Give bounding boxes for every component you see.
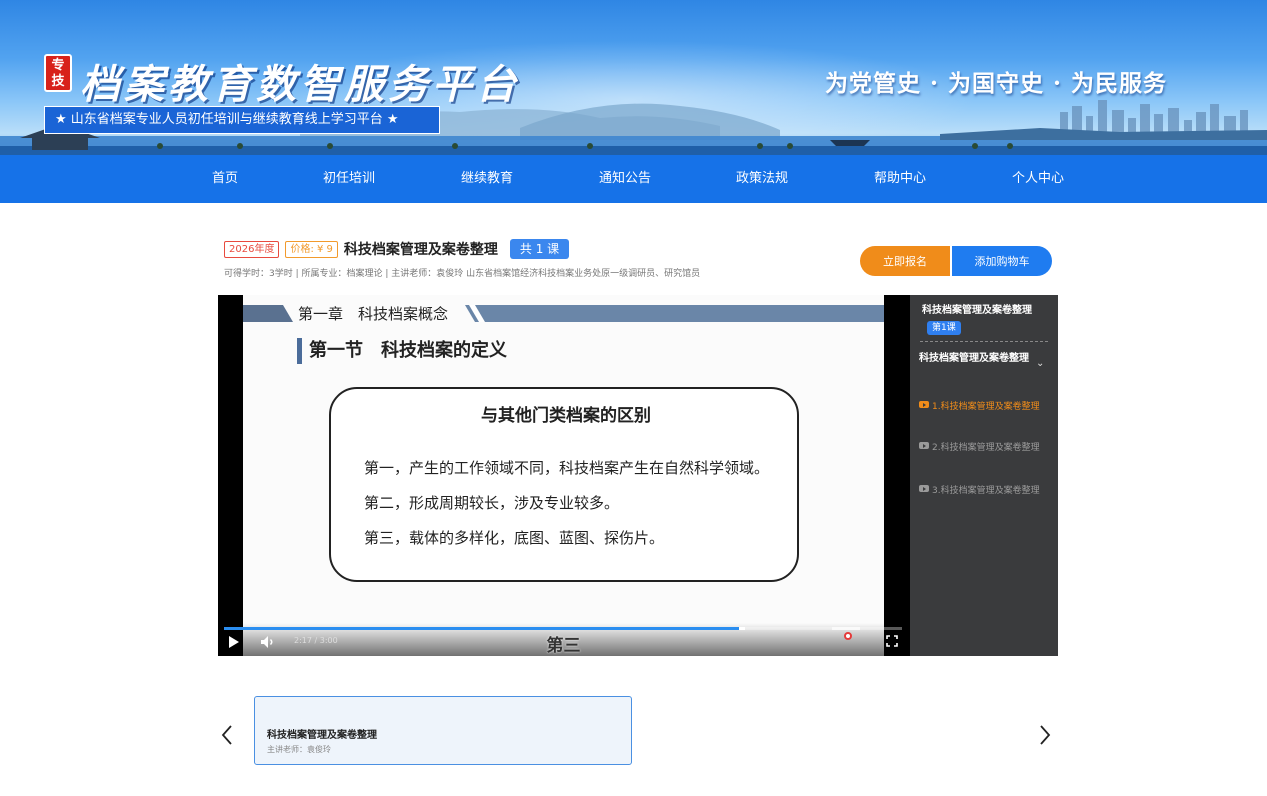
playlist-item[interactable]: 2.科技档案管理及案卷整理	[919, 441, 1049, 456]
enroll-button[interactable]: 立即报名	[860, 246, 950, 276]
add-to-cart-button[interactable]: 添加购物车	[952, 246, 1052, 276]
slide-point: 第二，形成周期较长，涉及专业较多。	[364, 494, 620, 512]
video-icon	[919, 442, 929, 449]
course-meta: 可得学时：3学时 | 所属专业：档案理论 | 主讲老师：袁俊玲 山东省档案馆经济…	[224, 269, 701, 279]
slide-point: 第三，载体的多样化，底图、蓝图、探伤片。	[364, 529, 665, 547]
lesson-card-teacher: 主讲老师：袁俊玲	[267, 745, 331, 754]
video-icon	[919, 485, 929, 492]
slide-point: 第一，产生的工作领域不同，科技档案产生在自然科学领域。	[364, 459, 770, 477]
course-header: 2026年度 价格: ¥ 9 科技档案管理及案卷整理 共 1 课	[224, 238, 570, 260]
nav-item-personal-center[interactable]: 个人中心	[1012, 155, 1064, 203]
lesson-card-title: 科技档案管理及案卷整理	[267, 730, 377, 741]
video-player[interactable]: 第一章 科技档案概念 第一节 科技档案的定义 与其他门类档案的区别 第一，产生的…	[218, 295, 910, 656]
lesson-card[interactable]: 科技档案管理及案卷整理 主讲老师：袁俊玲	[254, 696, 632, 765]
course-title: 科技档案管理及案卷整理	[343, 242, 498, 258]
nav-item-notices[interactable]: 通知公告	[599, 155, 651, 203]
site-title[interactable]: 档案教育数智服务平台	[80, 52, 520, 110]
playlist-chapter-toggle[interactable]: 科技档案管理及案卷整理	[919, 351, 1029, 367]
banner-slogan: 为党管史 · 为国守史 · 为民服务	[824, 70, 1167, 97]
video-slide: 第一章 科技档案概念 第一节 科技档案的定义 与其他门类档案的区别 第一，产生的…	[243, 295, 884, 656]
play-icon[interactable]	[228, 635, 240, 649]
playlist-divider	[920, 341, 1048, 342]
playlist-course-title: 科技档案管理及案卷整理	[922, 305, 1032, 316]
buffer-segment	[832, 627, 860, 630]
progress-bar[interactable]	[224, 627, 902, 630]
lesson-count-badge: 共 1 课	[509, 239, 570, 259]
nav-item-home[interactable]: 首页	[212, 155, 238, 203]
carousel-prev-icon[interactable]	[218, 722, 238, 748]
playlist-lesson-badge: 第1课	[927, 321, 961, 335]
playlist-item-label: 3.科技档案管理及案卷整理	[932, 486, 1040, 496]
logo-badge: 专技	[44, 54, 72, 92]
nav-item-initial-training[interactable]: 初任培训	[323, 155, 375, 203]
nav-item-continuing-education[interactable]: 继续教育	[461, 155, 513, 203]
price-tag: 价格: ¥ 9	[285, 240, 338, 258]
playlist-item[interactable]: 3.科技档案管理及案卷整理	[919, 484, 1049, 499]
section-title: 第一节 科技档案的定义	[297, 338, 507, 364]
year-tag: 2026年度	[224, 240, 280, 258]
main-nav: 首页 初任培训 继续教育 通知公告 政策法规 帮助中心 个人中心	[0, 155, 1267, 203]
playlist-item-label: 1.科技档案管理及案卷整理	[932, 402, 1040, 412]
slide-card-title: 与其他门类档案的区别	[481, 406, 651, 426]
chapter-title: 第一章 科技档案概念	[298, 305, 449, 323]
carousel-next-icon[interactable]	[1034, 722, 1054, 748]
site-banner: 专技 档案教育数智服务平台 ★ 山东省档案专业人员初任培训与继续教育线上学习平台…	[0, 0, 1267, 155]
fullscreen-icon[interactable]	[886, 635, 898, 647]
playlist-panel: 科技档案管理及案卷整理 第1课 科技档案管理及案卷整理 ⌄ 1.科技档案管理及案…	[910, 295, 1058, 656]
slide-card: 与其他门类档案的区别 第一，产生的工作领域不同，科技档案产生在自然科学领域。 第…	[329, 387, 799, 582]
video-icon	[919, 401, 929, 408]
playlist-item-label: 2.科技档案管理及案卷整理	[932, 443, 1040, 453]
playlist-item[interactable]: 1.科技档案管理及案卷整理	[919, 400, 1049, 415]
nav-item-policies[interactable]: 政策法规	[736, 155, 788, 203]
nav-item-help[interactable]: 帮助中心	[874, 155, 926, 203]
chevron-down-icon[interactable]: ⌄	[1036, 358, 1044, 369]
subtitle-overlay: 第三	[546, 636, 581, 656]
progress-fill	[224, 627, 740, 630]
progress-handle[interactable]	[739, 627, 746, 630]
site-subtitle: ★ 山东省档案专业人员初任培训与继续教育线上学习平台 ★	[44, 106, 440, 134]
